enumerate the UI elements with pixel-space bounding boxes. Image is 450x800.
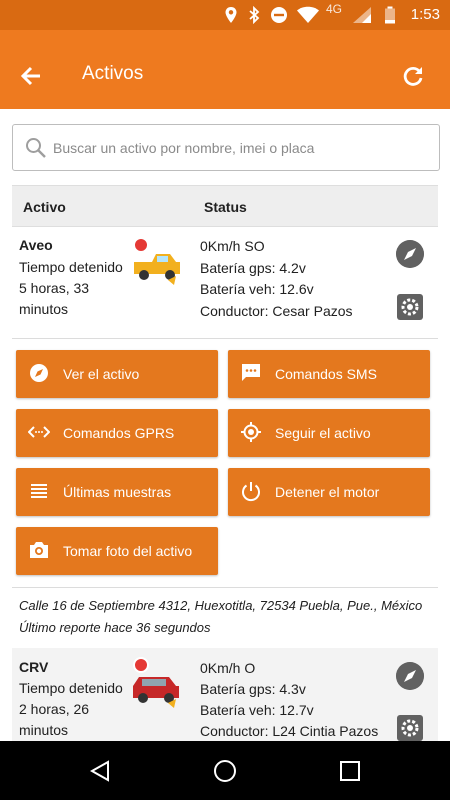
compass-icon [30, 364, 48, 382]
compass-icon[interactable] [396, 662, 424, 690]
compass-icon[interactable] [396, 240, 424, 268]
follow-asset-button[interactable]: Seguir el activo [228, 409, 430, 457]
network-type: 4G [326, 2, 343, 16]
table-header: Activo Status [12, 185, 438, 227]
gps-target-icon [241, 422, 261, 442]
asset-vehicle-battery: Batería veh: 12.6v [200, 281, 314, 297]
key-badge-icon [133, 657, 149, 673]
recents-square-icon[interactable] [338, 759, 362, 783]
divider [12, 587, 438, 588]
search-placeholder: Buscar un activo por nombre, imei o plac… [53, 140, 315, 156]
settings-gear-icon[interactable] [396, 714, 424, 742]
column-header-status: Status [204, 199, 247, 215]
button-label: Comandos GPRS [63, 425, 175, 441]
system-navigation-bar [0, 741, 450, 800]
asset-driver: Conductor: L24 Cintia Pazos [200, 723, 379, 739]
back-arrow-icon[interactable] [20, 65, 42, 87]
asset-driver: Conductor: Cesar Pazos [200, 303, 353, 319]
asset-address: Calle 16 de Septiembre 4312, Huexotitla,… [19, 598, 423, 613]
button-label: Ver el activo [63, 366, 140, 382]
asset-speed: 0Km/h O [200, 660, 256, 676]
asset-state: Tiempo detenido [19, 259, 123, 275]
bluetooth-icon [249, 6, 260, 24]
power-icon [242, 482, 260, 502]
search-icon [26, 138, 46, 158]
refresh-icon[interactable] [402, 65, 424, 87]
key-badge-icon [133, 237, 149, 253]
asset-name: Aveo [19, 237, 53, 253]
camera-icon [30, 542, 48, 558]
last-samples-button[interactable]: Últimas muestras [16, 468, 218, 516]
asset-duration: 5 horas, 33 [19, 280, 90, 296]
button-label: Detener el motor [275, 484, 380, 500]
signal-icon [353, 7, 371, 23]
asset-duration-unit: minutos [19, 301, 69, 317]
asset-vehicle-battery: Batería veh: 12.7v [200, 702, 314, 718]
button-label: Últimas muestras [63, 484, 172, 500]
location-icon [225, 7, 237, 23]
button-label: Tomar foto del activo [63, 543, 193, 559]
home-circle-icon[interactable] [213, 759, 237, 783]
code-arrows-icon [28, 426, 50, 438]
asset-duration-unit: minutos [19, 722, 69, 738]
clock: 1:53 [410, 6, 440, 23]
take-photo-button[interactable]: Tomar foto del activo [16, 527, 218, 575]
column-header-asset: Activo [23, 199, 66, 215]
asset-name: CRV [19, 659, 49, 675]
settings-gear-icon[interactable] [396, 293, 424, 321]
search-input[interactable]: Buscar un activo por nombre, imei o plac… [12, 124, 440, 171]
asset-duration: 2 horas, 26 [19, 701, 90, 717]
asset-gps-battery: Batería gps: 4.3v [200, 681, 306, 697]
asset-state: Tiempo detenido [19, 680, 123, 696]
asset-speed: 0Km/h SO [200, 238, 265, 254]
do-not-disturb-icon [271, 7, 287, 23]
view-asset-button[interactable]: Ver el activo [16, 350, 218, 398]
app-bar: Activos [0, 30, 450, 109]
list-icon [31, 484, 47, 498]
message-icon [242, 364, 260, 381]
divider [12, 338, 438, 339]
back-triangle-icon[interactable] [88, 759, 112, 783]
wifi-icon [297, 6, 319, 24]
sms-commands-button[interactable]: Comandos SMS [228, 350, 430, 398]
button-label: Comandos SMS [275, 366, 377, 382]
battery-icon [385, 6, 395, 24]
page-title: Activos [82, 63, 144, 84]
last-report-text: Último reporte hace 36 segundos [19, 620, 211, 635]
stop-engine-button[interactable]: Detener el motor [228, 468, 430, 516]
gprs-commands-button[interactable]: Comandos GPRS [16, 409, 218, 457]
asset-gps-battery: Batería gps: 4.2v [200, 260, 306, 276]
status-bar: 4G 1:53 [0, 0, 450, 30]
button-label: Seguir el activo [275, 425, 371, 441]
